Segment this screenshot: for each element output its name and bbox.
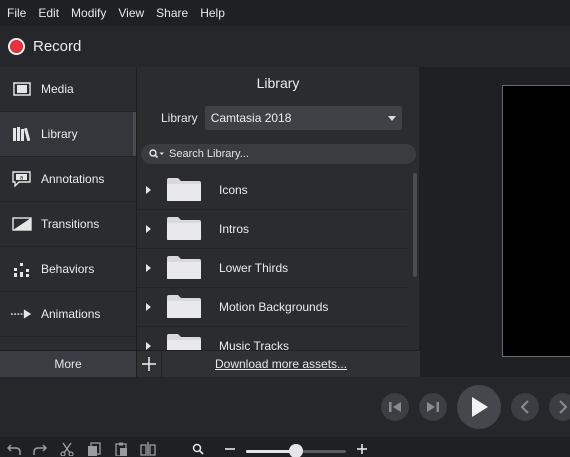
transition-icon xyxy=(11,216,33,232)
expand-arrow-icon[interactable] xyxy=(146,225,151,233)
library-panel: Library Library Camtasia 2018 Icons Intr… xyxy=(136,67,420,377)
zoom-in-icon[interactable] xyxy=(356,441,368,457)
playback-bar xyxy=(0,377,570,437)
sidebar-item-transitions[interactable]: Transitions xyxy=(0,202,136,247)
step-back-button[interactable] xyxy=(381,393,409,421)
scrollbar-thumb[interactable] xyxy=(413,173,417,277)
library-list: Icons Intros Lower Thirds Motion Backgro… xyxy=(137,171,407,350)
list-item[interactable]: Icons xyxy=(137,171,407,210)
folder-icon xyxy=(166,254,202,283)
list-item[interactable]: Lower Thirds xyxy=(137,249,407,288)
plus-icon xyxy=(142,357,156,371)
library-select-row: Library Camtasia 2018 xyxy=(137,100,419,136)
folder-icon xyxy=(166,293,202,322)
list-item-label: Music Tracks xyxy=(219,339,290,350)
sidebar-item-label: Annotations xyxy=(41,172,105,186)
redo-icon[interactable] xyxy=(32,441,48,457)
zoom-icon[interactable] xyxy=(191,441,205,457)
record-label: Record xyxy=(33,38,82,55)
undo-icon[interactable] xyxy=(6,441,22,457)
tools-sidebar: Media Library a Annotations Transitions … xyxy=(0,67,136,350)
library-dropdown[interactable]: Camtasia 2018 xyxy=(204,106,402,130)
record-button[interactable]: Record xyxy=(8,32,81,62)
list-item[interactable]: Motion Backgrounds xyxy=(137,288,407,327)
list-item-label: Lower Thirds xyxy=(219,261,289,275)
preview-canvas[interactable] xyxy=(502,85,570,357)
list-item-label: Icons xyxy=(219,183,248,197)
sidebar-item-label: Behaviors xyxy=(41,262,95,276)
callout-icon: a xyxy=(11,171,33,187)
menu-file[interactable]: File xyxy=(0,0,32,26)
menu-share[interactable]: Share xyxy=(150,0,194,26)
chevron-down-icon xyxy=(387,116,396,121)
behaviors-icon xyxy=(11,261,33,277)
list-item-label: Intros xyxy=(219,222,250,236)
copy-icon[interactable] xyxy=(86,441,102,457)
expand-arrow-icon[interactable] xyxy=(146,303,151,311)
library-dropdown-value: Camtasia 2018 xyxy=(210,111,292,125)
more-button[interactable]: More xyxy=(0,350,136,377)
menu-modify[interactable]: Modify xyxy=(65,0,112,26)
sidebar-item-behaviors[interactable]: Behaviors xyxy=(0,247,136,292)
more-label: More xyxy=(54,357,82,371)
download-assets-link[interactable]: Download more assets... xyxy=(215,357,347,371)
play-button[interactable] xyxy=(457,385,501,429)
play-icon xyxy=(472,397,488,417)
sidebar-item-label: Library xyxy=(41,127,78,141)
split-icon[interactable] xyxy=(140,441,156,457)
menu-edit[interactable]: Edit xyxy=(32,0,65,26)
sidebar-item-label: Media xyxy=(41,82,74,96)
paste-icon[interactable] xyxy=(113,441,129,457)
search-icon[interactable] xyxy=(149,149,165,159)
sidebar-item-label: Transitions xyxy=(41,217,100,231)
search-input[interactable] xyxy=(169,148,399,160)
svg-text:a: a xyxy=(20,174,24,181)
animation-arrow-icon xyxy=(11,306,33,322)
folder-icon xyxy=(166,332,202,350)
zoom-out-icon[interactable] xyxy=(224,441,236,457)
sidebar-item-animations[interactable]: Animations xyxy=(0,292,136,337)
expand-arrow-icon[interactable] xyxy=(146,264,151,272)
chevron-left-icon xyxy=(520,400,529,414)
cut-icon[interactable] xyxy=(59,441,75,457)
library-footer: Download more assets... xyxy=(137,350,420,377)
folder-icon xyxy=(166,215,202,244)
zoom-slider-handle[interactable] xyxy=(289,444,303,457)
expand-arrow-icon[interactable] xyxy=(146,342,151,350)
sidebar-item-annotations[interactable]: a Annotations xyxy=(0,157,136,202)
add-button[interactable] xyxy=(137,351,162,377)
folder-icon xyxy=(166,176,202,205)
step-forward-icon xyxy=(427,402,439,412)
sidebar-item-label: Animations xyxy=(41,307,101,321)
expand-arrow-icon[interactable] xyxy=(146,186,151,194)
step-forward-button[interactable] xyxy=(419,393,447,421)
list-item[interactable]: Intros xyxy=(137,210,407,249)
chevron-right-icon xyxy=(559,400,568,414)
timeline-toolbar xyxy=(0,437,570,457)
next-marker-button[interactable] xyxy=(549,393,570,421)
previous-marker-button[interactable] xyxy=(511,393,539,421)
books-icon xyxy=(11,126,33,142)
menu-help[interactable]: Help xyxy=(194,0,231,26)
list-item-label: Motion Backgrounds xyxy=(219,300,329,314)
library-search[interactable] xyxy=(141,144,416,164)
sidebar-item-media[interactable]: Media xyxy=(0,67,136,112)
menu-view[interactable]: View xyxy=(112,0,150,26)
sidebar-item-library[interactable]: Library xyxy=(0,112,136,157)
library-scrollbar[interactable] xyxy=(413,171,418,350)
menu-bar: File Edit Modify View Share Help xyxy=(0,0,570,26)
library-select-label: Library xyxy=(161,111,198,125)
record-icon xyxy=(8,38,25,55)
list-item[interactable]: Music Tracks xyxy=(137,327,407,350)
step-back-icon xyxy=(389,402,401,412)
film-icon xyxy=(11,81,33,97)
record-toolbar: Record xyxy=(0,26,570,67)
panel-title: Library xyxy=(256,75,300,91)
